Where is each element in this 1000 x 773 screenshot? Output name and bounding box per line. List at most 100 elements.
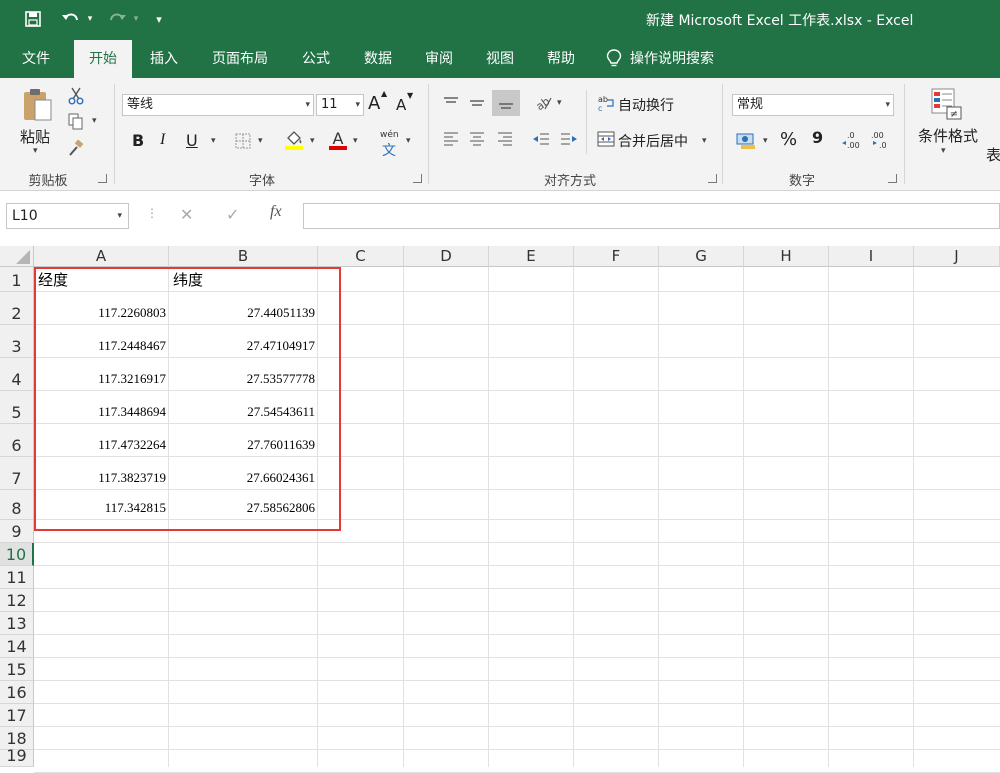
font-color-dropdown-icon[interactable]: ▾ xyxy=(353,136,358,146)
row-header-5[interactable]: 5 xyxy=(0,391,34,424)
orientation-icon[interactable]: ab xyxy=(532,92,554,114)
select-all-button[interactable] xyxy=(0,246,34,267)
column-header-g[interactable]: G xyxy=(659,246,744,267)
column-header-d[interactable]: D xyxy=(404,246,489,267)
wrap-text-icon[interactable]: ab c xyxy=(596,92,616,114)
redo-dropdown-icon[interactable]: ▾ xyxy=(130,8,142,30)
grow-font-button[interactable]: A xyxy=(368,93,380,114)
font-color-icon[interactable]: A xyxy=(326,128,350,152)
fill-color-icon[interactable] xyxy=(282,128,306,152)
more-options-icon[interactable]: ⋮ xyxy=(146,206,158,220)
font-name-combo[interactable]: 等线 ▾ xyxy=(122,94,314,116)
row-header-2[interactable]: 2 xyxy=(0,292,34,325)
column-header-e[interactable]: E xyxy=(489,246,574,267)
format-as-table-button-partial[interactable]: 表 xyxy=(986,144,1000,165)
shrink-font-button[interactable]: A xyxy=(396,96,406,114)
row-header-3[interactable]: 3 xyxy=(0,325,34,358)
copy-dropdown-icon[interactable]: ▾ xyxy=(92,116,97,126)
row-header-13[interactable]: 13 xyxy=(0,612,34,635)
tab-help[interactable]: 帮助 xyxy=(535,40,587,78)
merge-center-icon[interactable] xyxy=(596,128,616,150)
column-header-j[interactable]: J xyxy=(914,246,1000,267)
column-header-f[interactable]: F xyxy=(574,246,659,267)
column-header-b[interactable]: B xyxy=(169,246,318,267)
comma-style-button[interactable]: 9 xyxy=(812,128,823,147)
paste-icon[interactable] xyxy=(20,86,54,124)
row-header-4[interactable]: 4 xyxy=(0,358,34,391)
borders-icon[interactable] xyxy=(232,130,254,152)
wrap-text-button[interactable]: 自动换行 xyxy=(618,95,674,115)
row-header-12[interactable]: 12 xyxy=(0,589,34,612)
phonetic-guide-icon[interactable]: 文 xyxy=(382,140,396,160)
name-box[interactable]: L10 ▾ xyxy=(6,203,129,229)
align-top-icon[interactable] xyxy=(440,92,462,114)
align-right-icon[interactable] xyxy=(494,128,516,150)
underline-dropdown-icon[interactable]: ▾ xyxy=(211,136,216,146)
column-header-h[interactable]: H xyxy=(744,246,829,267)
clipboard-launcher-icon[interactable] xyxy=(98,174,107,183)
borders-dropdown-icon[interactable]: ▾ xyxy=(258,136,263,146)
row-header-10[interactable]: 10 xyxy=(0,543,34,566)
underline-button[interactable]: U xyxy=(186,131,198,150)
chevron-down-icon[interactable]: ▾ xyxy=(117,204,122,228)
conditional-dropdown-icon[interactable]: ▾ xyxy=(941,146,946,156)
number-format-combo[interactable]: 常规 ▾ xyxy=(732,94,894,116)
fill-color-dropdown-icon[interactable]: ▾ xyxy=(310,136,315,146)
row-header-15[interactable]: 15 xyxy=(0,658,34,681)
cancel-icon[interactable]: ✕ xyxy=(180,205,193,224)
row-header-7[interactable]: 7 xyxy=(0,457,34,490)
increase-indent-icon[interactable] xyxy=(558,128,580,150)
align-center-icon[interactable] xyxy=(466,128,488,150)
increase-decimal-icon[interactable]: .0.00 xyxy=(840,128,866,152)
paste-dropdown-icon[interactable]: ▾ xyxy=(33,146,38,156)
paste-button-label[interactable]: 粘贴 xyxy=(20,126,50,147)
italic-button[interactable]: I xyxy=(160,131,165,149)
insert-function-icon[interactable]: fx xyxy=(270,203,282,221)
row-header-1[interactable]: 1 xyxy=(0,267,34,292)
row-header-17[interactable]: 17 xyxy=(0,704,34,727)
tell-me-search[interactable]: 操作说明搜索 xyxy=(630,40,726,78)
percent-style-button[interactable]: % xyxy=(780,129,797,150)
row-header-19[interactable]: 19 xyxy=(0,746,34,767)
accounting-dropdown-icon[interactable]: ▾ xyxy=(763,136,768,146)
phonetic-top-text[interactable]: wén xyxy=(380,130,399,140)
conditional-formatting-button[interactable]: 条件格式 xyxy=(918,125,978,146)
enter-icon[interactable]: ✓ xyxy=(226,205,239,224)
orientation-dropdown-icon[interactable]: ▾ xyxy=(557,98,562,108)
cut-icon[interactable] xyxy=(66,86,86,106)
copy-icon[interactable] xyxy=(66,112,86,132)
tab-data[interactable]: 数据 xyxy=(352,40,404,78)
tab-page-layout[interactable]: 页面布局 xyxy=(200,40,280,78)
formula-input[interactable] xyxy=(303,203,1000,229)
align-left-icon[interactable] xyxy=(440,128,462,150)
column-header-c[interactable]: C xyxy=(318,246,404,267)
customize-toolbar-icon[interactable]: ▾ xyxy=(152,8,166,30)
conditional-formatting-icon[interactable]: ≠ xyxy=(928,86,966,124)
column-header-i[interactable]: I xyxy=(829,246,914,267)
merge-dropdown-icon[interactable]: ▾ xyxy=(702,136,707,146)
phonetic-dropdown-icon[interactable]: ▾ xyxy=(406,136,411,146)
undo-dropdown-icon[interactable]: ▾ xyxy=(84,8,96,30)
decrease-indent-icon[interactable] xyxy=(530,128,552,150)
row-header-11[interactable]: 11 xyxy=(0,566,34,589)
tab-insert[interactable]: 插入 xyxy=(138,40,190,78)
number-launcher-icon[interactable] xyxy=(888,174,897,183)
tab-formulas[interactable]: 公式 xyxy=(290,40,342,78)
undo-icon[interactable] xyxy=(58,8,84,30)
redo-icon[interactable] xyxy=(104,8,130,30)
column-header-a[interactable]: A xyxy=(34,246,169,267)
row-header-6[interactable]: 6 xyxy=(0,424,34,457)
align-middle-icon[interactable] xyxy=(466,92,488,114)
tab-home[interactable]: 开始 xyxy=(74,40,132,78)
format-painter-icon[interactable] xyxy=(66,138,86,158)
save-icon[interactable] xyxy=(22,8,44,30)
row-header-8[interactable]: 8 xyxy=(0,490,34,520)
font-size-combo[interactable]: 11 ▾ xyxy=(316,94,364,116)
decrease-decimal-icon[interactable]: .00.0 xyxy=(868,128,894,152)
row-header-16[interactable]: 16 xyxy=(0,681,34,704)
row-header-14[interactable]: 14 xyxy=(0,635,34,658)
alignment-launcher-icon[interactable] xyxy=(708,174,717,183)
tab-review[interactable]: 审阅 xyxy=(413,40,465,78)
accounting-format-icon[interactable] xyxy=(734,130,758,152)
merge-center-button[interactable]: 合并后居中 xyxy=(618,131,688,151)
